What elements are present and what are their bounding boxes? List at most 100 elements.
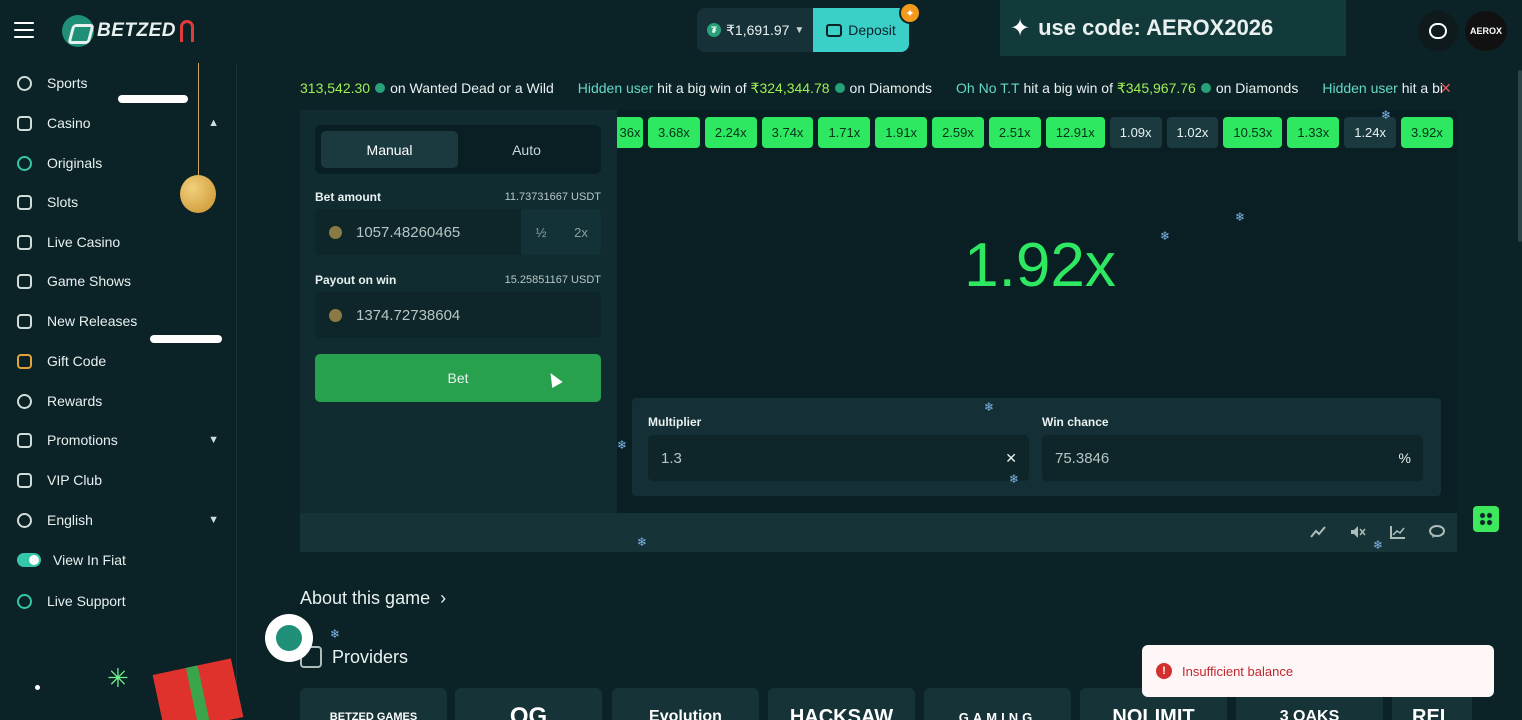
clear-icon[interactable]: ✕ [1005, 450, 1017, 467]
brand-logo[interactable]: BETZED [62, 14, 194, 48]
ticker-text: hit a bi [1401, 80, 1443, 96]
providers-label: Providers [332, 646, 409, 667]
fiat-toggle[interactable] [17, 553, 41, 567]
provider-card[interactable]: BETZED GAMES [300, 688, 447, 720]
bet-amount-input[interactable]: 1057.48260465 ½ 2x [315, 209, 601, 255]
ticker-amount: ₹324,344.78 [750, 79, 830, 96]
headset-icon [17, 593, 32, 609]
ticker-game: on Diamonds [849, 80, 933, 96]
promotions-icon [17, 432, 32, 448]
sidebar-item-rewards[interactable]: Rewards [0, 383, 237, 419]
sidebar-item-label: VIP Club [47, 472, 102, 488]
ticker-entry: Oh No T.T hit a big win of ₹345,967.76 o… [956, 80, 1298, 97]
promo-banner[interactable]: ✦ use code: AEROX2026 [1000, 0, 1346, 56]
multiplier-label: Multiplier [648, 415, 702, 429]
chat-button[interactable] [1418, 11, 1458, 51]
snowflake-icon: ❄ [1373, 538, 1384, 552]
page-scrollbar[interactable] [1518, 70, 1522, 242]
currency-coin-icon [1200, 83, 1211, 93]
about-game-link[interactable]: About this game › [300, 588, 446, 609]
sidebar-item-game-shows[interactable]: Game Shows [0, 263, 237, 299]
avatar-text: AEROX [1469, 26, 1502, 36]
promo-text: use code: AEROX2026 [1038, 15, 1274, 40]
toast-message: Insufficient balance [1182, 663, 1294, 679]
sidebar-item-promotions[interactable]: Promotions ▼ [0, 422, 237, 458]
chart-icon[interactable] [1390, 525, 1406, 539]
menu-icon[interactable] [14, 22, 34, 40]
payout-usdt: 15.25851167 USDT [504, 274, 601, 286]
sidebar-item-gift-code[interactable]: Gift Code [0, 343, 237, 379]
multiplier-input[interactable]: 1.3 ✕ [648, 435, 1029, 481]
bet-amount-label: Bet amount [315, 190, 381, 204]
sidebar-item-casino[interactable]: Casino ▲ [0, 105, 237, 141]
dice-game-area: Manual Auto Bet amount 11.73731667 USDT … [300, 110, 1457, 513]
chevron-down-icon[interactable]: ▼ [208, 514, 219, 526]
big-wins-ticker: 313,542.30 on Wanted Dead or a Wild Hidd… [300, 76, 1460, 100]
history-chip[interactable]: 1.09x [1109, 117, 1162, 148]
chevron-down-icon[interactable]: ▼ [208, 434, 219, 446]
top-header: BETZED ₮ ₹1,691.97 ▼ Deposit ✦ ✦ use cod… [0, 0, 1522, 63]
chevron-up-icon[interactable]: ▲ [208, 117, 219, 129]
close-icon[interactable]: ✕ [1440, 80, 1452, 97]
history-chip[interactable]: 2.59x [932, 117, 984, 148]
ticker-user: Hidden user [1322, 80, 1398, 96]
history-chip[interactable]: 1.71x [818, 117, 871, 148]
history-chip[interactable]: 3.74x [761, 117, 814, 148]
logo-mark-icon [276, 625, 302, 651]
mute-icon[interactable] [1350, 525, 1366, 539]
tab-manual[interactable]: Manual [321, 131, 458, 168]
logo-mark-icon [62, 15, 94, 47]
half-bet-button[interactable]: ½ [521, 209, 561, 255]
originals-icon [17, 155, 32, 171]
casino-icon [17, 115, 32, 131]
result-history: 36x 3.68x 2.24x 3.74x 1.71x 1.91x 2.59x 2.51x 12… [617, 117, 1457, 148]
provider-card[interactable]: GAMING [924, 688, 1071, 720]
snowflake-icon: ❄ [1235, 210, 1246, 224]
wallet-bar: ₮ ₹1,691.97 ▼ Deposit ✦ [697, 2, 921, 52]
currency-coin-icon [834, 83, 845, 93]
payout-label: Payout on win [315, 273, 397, 287]
history-chip[interactable]: 3.68x [648, 117, 700, 148]
result-multiplier: 1.92x [964, 231, 1116, 300]
trend-icon[interactable] [1310, 525, 1326, 539]
payout-field[interactable]: 1374.72738604 [315, 292, 601, 338]
history-chip[interactable]: 2.51x [988, 117, 1041, 148]
history-chip[interactable]: 1.02x [1166, 117, 1219, 148]
double-bet-button[interactable]: 2x [561, 209, 601, 255]
gift-icon [17, 353, 32, 369]
tab-auto[interactable]: Auto [458, 131, 595, 168]
sidebar-item-language[interactable]: English ▼ [0, 502, 237, 538]
floating-logo-button[interactable] [265, 614, 313, 662]
history-chip[interactable]: 1.91x [875, 117, 928, 148]
alert-icon: ! [1156, 663, 1172, 679]
sidebar-item-live-casino[interactable]: Live Casino [0, 224, 237, 260]
ornament-string [198, 63, 199, 175]
sidebar-item-label: English [47, 512, 93, 528]
chat-icon[interactable] [1429, 525, 1445, 539]
sidebar-item-vip-club[interactable]: VIP Club [0, 462, 237, 498]
history-chip[interactable]: 12.91x [1045, 117, 1105, 148]
win-chance-label: Win chance [1042, 415, 1109, 429]
balance-selector[interactable]: ₮ ₹1,691.97 ▼ [697, 8, 813, 52]
wallet-icon [826, 23, 843, 37]
provider-card[interactable]: HACKSAW [768, 688, 915, 720]
history-chip[interactable]: 10.53x [1223, 117, 1283, 148]
win-chance-input[interactable]: 75.3846 % [1042, 435, 1423, 481]
dice-icon[interactable] [1473, 506, 1499, 532]
sidebar-item-view-in-fiat[interactable]: View In Fiat [0, 542, 237, 578]
history-chip[interactable]: 1.33x [1287, 117, 1340, 148]
history-chip[interactable]: 2.24x [704, 117, 757, 148]
ticker-text: hit a big win of [657, 80, 747, 96]
history-chip[interactable]: 3.92x [1401, 117, 1453, 148]
snowflake-icon: ❄ [1160, 229, 1171, 243]
sidebar-item-new-releases[interactable]: New Releases [0, 303, 237, 339]
bet-amount-usdt: 11.73731667 USDT [504, 191, 601, 203]
error-toast[interactable]: ! Insufficient balance [1142, 645, 1494, 697]
provider-card[interactable]: Evolution [612, 688, 759, 720]
history-chip[interactable]: 36x [617, 117, 643, 148]
avatar[interactable]: AEROX [1465, 11, 1507, 51]
deposit-button[interactable]: Deposit ✦ [813, 2, 921, 52]
provider-card[interactable]: OG [455, 688, 602, 720]
sidebar-item-live-support[interactable]: Live Support [0, 583, 237, 619]
gift-badge-icon[interactable]: ✦ [899, 2, 921, 24]
